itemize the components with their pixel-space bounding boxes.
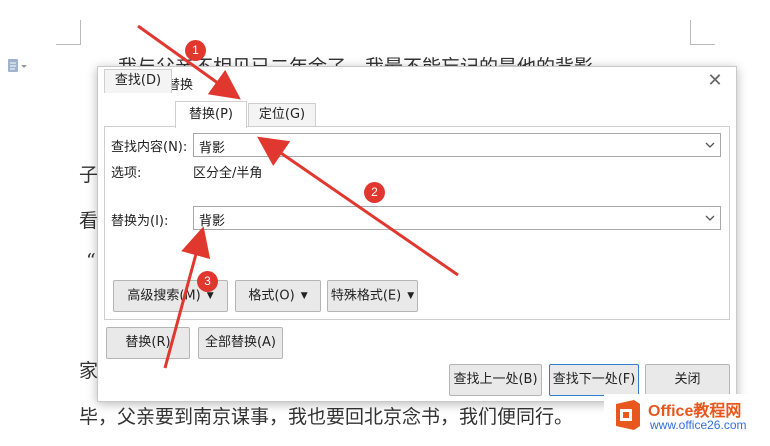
arrow-2 xyxy=(257,136,459,277)
annotation-arrows xyxy=(137,24,459,369)
annotation-badge-2: 2 xyxy=(364,182,385,203)
arrow-1 xyxy=(137,24,241,100)
arrow-3 xyxy=(163,226,211,369)
tab-replace[interactable]: 替换(P) xyxy=(175,101,247,128)
office-logo-icon xyxy=(616,400,640,430)
annotation-badge-3: 3 xyxy=(197,271,218,292)
office-logo-watermark: Office教程网 www.office26.com xyxy=(604,394,770,440)
watermark-url: www.office26.com xyxy=(650,418,747,432)
annotation-badge-1: 1 xyxy=(185,40,206,61)
